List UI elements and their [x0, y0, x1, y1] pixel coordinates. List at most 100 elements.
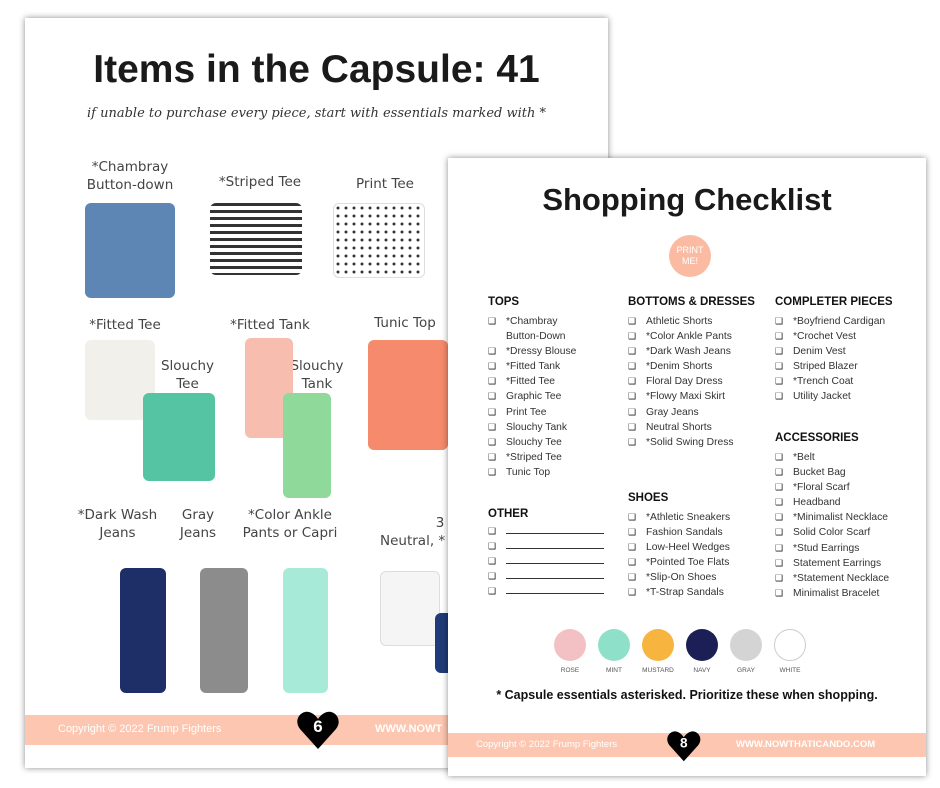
checklist-item[interactable]: ❑ Print Tee — [488, 405, 623, 420]
checklist-item[interactable]: ❑ *Fitted Tee — [488, 374, 623, 389]
checklist-item[interactable]: ❑ *Pointed Toe Flats — [628, 555, 778, 570]
checklist-item[interactable]: ❑ *Fitted Tank — [488, 359, 623, 374]
checkbox-icon[interactable]: ❑ — [628, 359, 646, 374]
checkbox-icon[interactable]: ❑ — [775, 359, 793, 374]
checkbox-icon[interactable]: ❑ — [775, 571, 793, 586]
checklist-item[interactable]: ❑ *Dressy Blouse — [488, 344, 623, 359]
checkbox-icon[interactable]: ❑ — [488, 569, 506, 584]
checklist-item[interactable]: ❑ *Denim Shorts — [628, 359, 778, 374]
checklist-item[interactable]: ❑ *Athletic Sneakers — [628, 510, 778, 525]
checklist-item[interactable]: ❑ — [488, 539, 623, 554]
checkbox-icon[interactable]: ❑ — [488, 389, 506, 404]
checkbox-icon[interactable]: ❑ — [488, 359, 506, 374]
checklist-item[interactable]: ❑ Floral Day Dress — [628, 374, 778, 389]
checklist-item[interactable]: ❑ Headband — [775, 495, 925, 510]
checkbox-icon[interactable]: ❑ — [628, 329, 646, 344]
checklist-item[interactable]: ❑ *Minimalist Necklace — [775, 510, 925, 525]
checklist-item[interactable]: ❑ Neutral Shorts — [628, 420, 778, 435]
checklist-item[interactable]: ❑ Solid Color Scarf — [775, 525, 925, 540]
checkbox-icon[interactable]: ❑ — [775, 314, 793, 329]
checkbox-icon[interactable]: ❑ — [488, 539, 506, 554]
checkbox-icon[interactable]: ❑ — [775, 586, 793, 601]
blank-line[interactable] — [506, 524, 604, 534]
checkbox-icon[interactable]: ❑ — [488, 344, 506, 359]
checklist-item[interactable]: ❑ *Floral Scarf — [775, 480, 925, 495]
checklist-item[interactable]: ❑ *Statement Necklace — [775, 571, 925, 586]
checkbox-icon[interactable]: ❑ — [628, 570, 646, 585]
checkbox-icon[interactable]: ❑ — [488, 405, 506, 420]
checkbox-icon[interactable]: ❑ — [775, 525, 793, 540]
checkbox-icon[interactable]: ❑ — [488, 450, 506, 465]
checklist-item[interactable]: ❑ *Slip-On Shoes — [628, 570, 778, 585]
checkbox-icon[interactable]: ❑ — [628, 389, 646, 404]
checklist-item[interactable]: ❑ *Flowy Maxi Skirt — [628, 389, 778, 404]
checklist-item[interactable]: ❑ Athletic Shorts — [628, 314, 778, 329]
checkbox-icon[interactable]: ❑ — [628, 585, 646, 600]
checkbox-icon[interactable]: ❑ — [628, 525, 646, 540]
checkbox-icon[interactable]: ❑ — [628, 510, 646, 525]
checkbox-icon[interactable]: ❑ — [488, 554, 506, 569]
checklist-item[interactable]: ❑ Utility Jacket — [775, 389, 925, 404]
blank-line[interactable] — [506, 554, 604, 565]
checklist-item[interactable]: ❑ Minimalist Bracelet — [775, 586, 925, 601]
checklist-item[interactable]: ❑ *Dark Wash Jeans — [628, 344, 778, 359]
checkbox-icon[interactable]: ❑ — [628, 344, 646, 359]
checklist-item[interactable]: ❑ *Chambray Button-Down — [488, 314, 623, 344]
blank-line[interactable] — [506, 569, 604, 580]
checkbox-icon[interactable]: ❑ — [488, 584, 506, 599]
checklist-item[interactable]: ❑ Graphic Tee — [488, 389, 623, 404]
checklist-item[interactable]: ❑ Fashion Sandals — [628, 525, 778, 540]
checklist-item[interactable]: ❑ Gray Jeans — [628, 405, 778, 420]
blank-line[interactable] — [506, 584, 604, 595]
print-me-button[interactable]: PRINT ME! — [669, 235, 711, 277]
checkbox-icon[interactable]: ❑ — [488, 465, 506, 480]
checklist-item[interactable]: ❑ Denim Vest — [775, 344, 925, 359]
checklist-item[interactable]: ❑ Tunic Top — [488, 465, 623, 480]
blank-line[interactable] — [506, 539, 604, 550]
checklist-item[interactable]: ❑ *Solid Swing Dress — [628, 435, 778, 450]
checklist-item[interactable]: ❑ *Color Ankle Pants — [628, 329, 778, 344]
checklist-item[interactable]: ❑ *Belt — [775, 450, 925, 465]
checkbox-icon[interactable]: ❑ — [488, 420, 506, 435]
checklist-item[interactable]: ❑ *Stud Earrings — [775, 541, 925, 556]
checklist-item[interactable]: ❑ — [488, 584, 623, 599]
checkbox-icon[interactable]: ❑ — [488, 524, 506, 539]
website-link[interactable]: WWW.NOWTHATICANDO.COM — [736, 739, 875, 750]
checkbox-icon[interactable]: ❑ — [775, 374, 793, 389]
checkbox-icon[interactable]: ❑ — [628, 374, 646, 389]
checklist-item[interactable]: ❑ — [488, 554, 623, 569]
checkbox-icon[interactable]: ❑ — [775, 480, 793, 495]
checklist-item[interactable]: ❑ Statement Earrings — [775, 556, 925, 571]
checkbox-icon[interactable]: ❑ — [775, 450, 793, 465]
checklist-item[interactable]: ❑ Slouchy Tank — [488, 420, 623, 435]
checkbox-icon[interactable]: ❑ — [775, 510, 793, 525]
checkbox-icon[interactable]: ❑ — [628, 540, 646, 555]
checkbox-icon[interactable]: ❑ — [775, 465, 793, 480]
checkbox-icon[interactable]: ❑ — [488, 314, 506, 344]
checkbox-icon[interactable]: ❑ — [628, 405, 646, 420]
checklist-item[interactable]: ❑ *T-Strap Sandals — [628, 585, 778, 600]
checkbox-icon[interactable]: ❑ — [775, 389, 793, 404]
checkbox-icon[interactable]: ❑ — [775, 541, 793, 556]
checklist-item[interactable]: ❑ *Boyfriend Cardigan — [775, 314, 925, 329]
checkbox-icon[interactable]: ❑ — [775, 329, 793, 344]
checkbox-icon[interactable]: ❑ — [775, 344, 793, 359]
checkbox-icon[interactable]: ❑ — [775, 556, 793, 571]
checklist-item[interactable]: ❑ Striped Blazer — [775, 359, 925, 374]
checkbox-icon[interactable]: ❑ — [628, 420, 646, 435]
checkbox-icon[interactable]: ❑ — [775, 495, 793, 510]
checklist-item[interactable]: ❑ Low-Heel Wedges — [628, 540, 778, 555]
checkbox-icon[interactable]: ❑ — [628, 314, 646, 329]
checklist-item[interactable]: ❑ *Trench Coat — [775, 374, 925, 389]
checkbox-icon[interactable]: ❑ — [488, 374, 506, 389]
checkbox-icon[interactable]: ❑ — [628, 555, 646, 570]
checkbox-icon[interactable]: ❑ — [488, 435, 506, 450]
checklist-item[interactable]: ❑ Bucket Bag — [775, 465, 925, 480]
checklist-item[interactable]: ❑ — [488, 569, 623, 584]
checklist-item[interactable]: ❑ — [488, 524, 623, 539]
website-link[interactable]: WWW.NOWT — [375, 723, 442, 735]
checklist-item[interactable]: ❑ Slouchy Tee — [488, 435, 623, 450]
checklist-item[interactable]: ❑ *Striped Tee — [488, 450, 623, 465]
checklist-item[interactable]: ❑ *Crochet Vest — [775, 329, 925, 344]
checkbox-icon[interactable]: ❑ — [628, 435, 646, 450]
